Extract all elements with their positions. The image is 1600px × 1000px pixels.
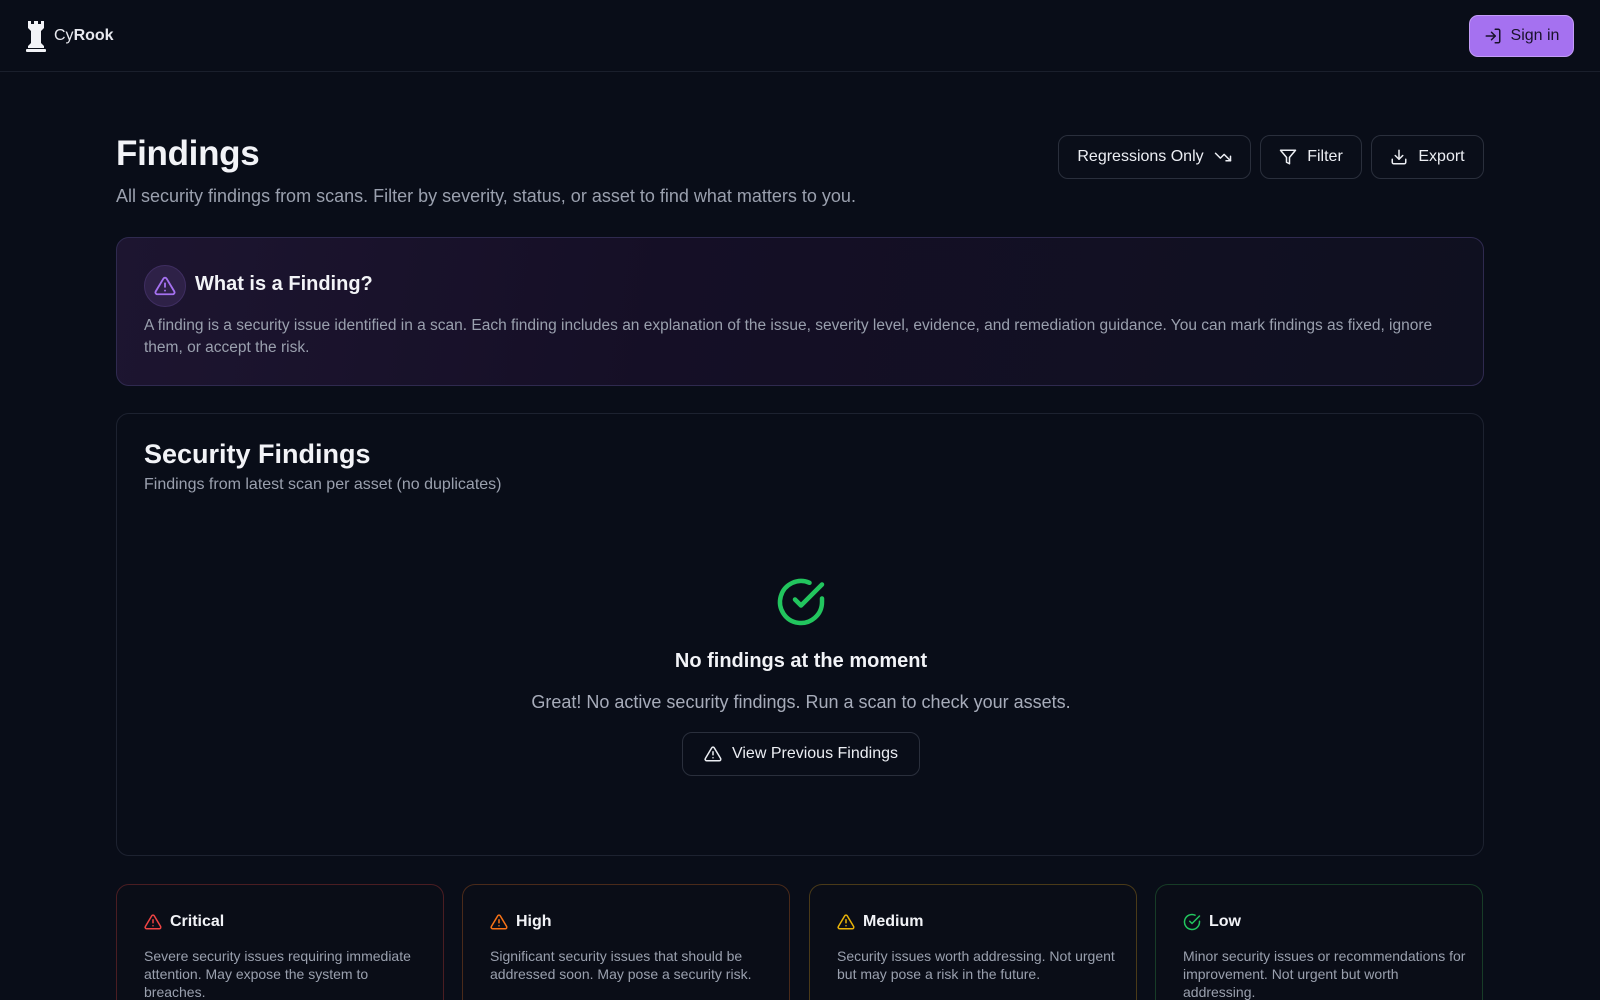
empty-state-title: No findings at the moment	[674, 650, 928, 672]
warning-triangle-icon	[154, 276, 176, 296]
what-is-finding-card: What is a Finding? A finding is a securi…	[116, 237, 1484, 386]
severity-description: Security issues worth addressing. Not ur…	[837, 948, 1115, 982]
severity-description: Minor security issues or recommendations…	[1183, 948, 1466, 1000]
sign-in-label: Sign in	[1510, 27, 1560, 44]
regressions-only-button[interactable]: Regressions Only	[1058, 135, 1251, 179]
export-label: Export	[1418, 148, 1465, 165]
info-title: What is a Finding?	[195, 273, 373, 295]
info-body: A finding is a security issue identified…	[144, 317, 1433, 356]
severity-card-high: High Significant security issues that sh…	[462, 884, 790, 1000]
brand-name: CyRook	[54, 27, 114, 45]
severity-description: Severe security issues requiring immedia…	[144, 948, 411, 1000]
top-bar: CyRook Sign in	[0, 0, 1600, 72]
logo[interactable]: CyRook	[24, 18, 114, 54]
severity-name: Critical	[170, 913, 225, 930]
severity-card-low: Low Minor security issues or recommendat…	[1155, 884, 1483, 1000]
sign-in-button[interactable]: Sign in	[1469, 15, 1574, 57]
rook-chess-icon	[26, 21, 46, 52]
sign-in-icon	[1485, 28, 1501, 44]
severity-description: Significant security issues that should …	[490, 948, 752, 982]
view-previous-label: View Previous Findings	[731, 745, 898, 762]
findings-title: Security Findings	[144, 439, 371, 469]
severity-card-medium: Medium Security issues worth addressing.…	[809, 884, 1137, 1000]
severity-name: Low	[1209, 913, 1241, 930]
info-icon-badge	[144, 265, 186, 307]
filter-button[interactable]: Filter	[1260, 135, 1362, 179]
check-circle-icon	[1183, 913, 1201, 931]
security-findings-card: Security Findings Findings from latest s…	[116, 413, 1484, 856]
findings-subtitle: Findings from latest scan per asset (no …	[144, 476, 502, 493]
check-circle-icon	[777, 578, 825, 626]
warning-triangle-icon	[490, 914, 508, 930]
filter-icon	[1279, 149, 1297, 165]
filter-label: Filter	[1307, 148, 1343, 165]
trending-down-icon	[1214, 152, 1231, 162]
severity-card-critical: Critical Severe security issues requirin…	[116, 884, 444, 1000]
warning-triangle-icon	[144, 914, 162, 930]
download-icon	[1391, 149, 1407, 165]
brand-prefix: Cy	[54, 27, 74, 44]
page-title: Findings	[116, 134, 260, 173]
warning-triangle-icon	[837, 914, 855, 930]
page-subtitle: All security findings from scans. Filter…	[116, 186, 856, 206]
severity-name: Medium	[863, 913, 924, 930]
empty-state-text: Great! No active security findings. Run …	[531, 692, 1071, 712]
brand-bold: Rook	[73, 27, 114, 44]
warning-triangle-icon	[704, 746, 722, 762]
severity-name: High	[516, 913, 552, 930]
export-button[interactable]: Export	[1371, 135, 1484, 179]
regressions-only-label: Regressions Only	[1077, 148, 1204, 165]
view-previous-findings-button[interactable]: View Previous Findings	[682, 732, 920, 776]
